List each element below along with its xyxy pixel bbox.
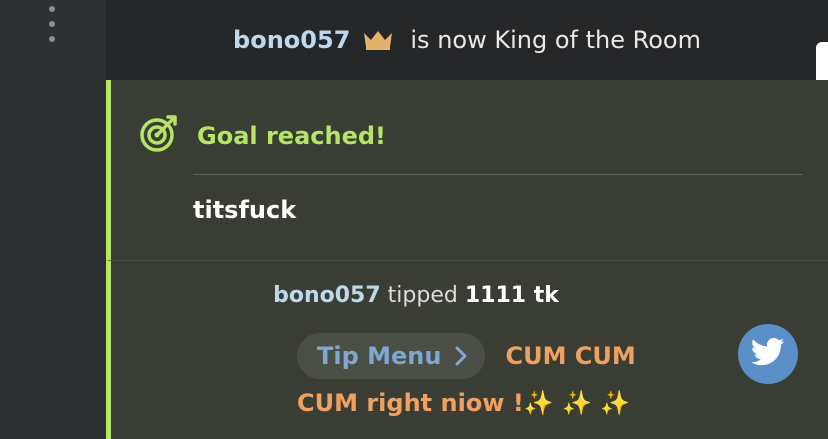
- tip-message: bono057 tipped 1111 tk Tip Menu CUM CUM …: [106, 260, 828, 439]
- chevron-right-icon: [455, 346, 467, 366]
- tip-amount: 1111 tk: [464, 283, 559, 308]
- tip-menu-item-text: CUM CUM: [505, 342, 636, 370]
- king-announcement: bono057 is now King of the Room: [106, 0, 828, 80]
- goal-name: titsfuck: [193, 196, 297, 224]
- goal-title: Goal reached!: [197, 122, 386, 150]
- more-options-icon[interactable]: [44, 6, 60, 42]
- king-username[interactable]: bono057: [233, 26, 350, 54]
- tip-menu-label: Tip Menu: [317, 342, 442, 370]
- goal-divider: [193, 174, 803, 175]
- crown-icon: [362, 29, 394, 51]
- tip-action: tipped: [387, 283, 458, 308]
- king-message: is now King of the Room: [410, 26, 701, 54]
- tipper-username[interactable]: bono057: [273, 283, 381, 308]
- tip-line: bono057 tipped 1111 tk: [111, 283, 721, 308]
- goal-header: Goal reached!: [139, 114, 386, 158]
- tip-menu-button[interactable]: Tip Menu: [297, 333, 486, 379]
- goal-reached-message: Goal reached! titsfuck: [106, 80, 828, 260]
- twitter-share-button[interactable]: [738, 324, 798, 384]
- tip-menu-row: Tip Menu CUM CUM: [297, 333, 636, 379]
- tip-menu-item-text-continued: CUM right niow !✨ ✨ ✨: [297, 389, 631, 417]
- chat-panel: bono057 is now King of the Room Goal rea…: [106, 0, 828, 439]
- left-rail: [0, 0, 106, 439]
- twitter-icon: [750, 338, 785, 370]
- target-icon: [139, 114, 179, 158]
